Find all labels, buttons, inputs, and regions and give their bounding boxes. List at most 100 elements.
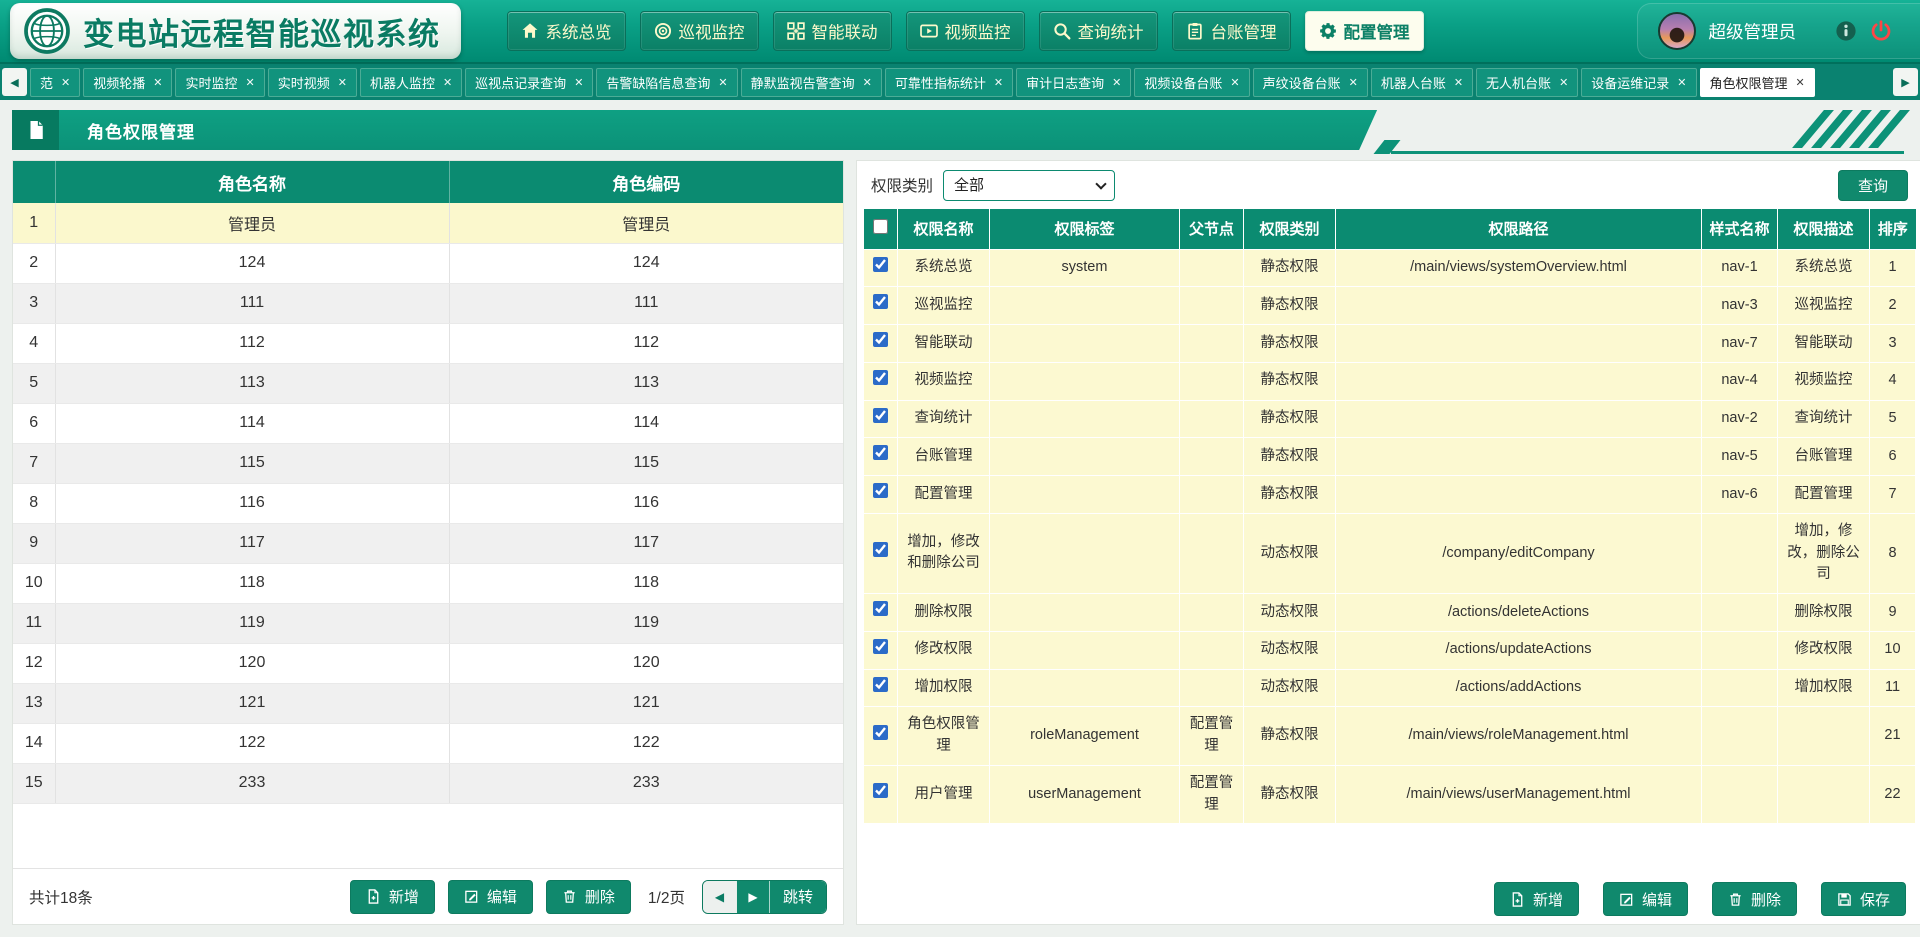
tab[interactable]: 实时视频✕ (268, 68, 357, 97)
row-select-checkbox[interactable] (873, 294, 888, 309)
tab-close-icon[interactable]: ✕ (338, 76, 347, 89)
role-table-row[interactable]: 5113113 (13, 363, 843, 403)
tab-close-icon[interactable]: ✕ (1796, 76, 1805, 89)
tab-close-icon[interactable]: ✕ (245, 76, 254, 89)
tab-close-icon[interactable]: ✕ (61, 76, 70, 89)
tab[interactable]: 告警缺陷信息查询✕ (596, 68, 737, 97)
title-bar-decoration (1377, 110, 1908, 150)
role-table-row[interactable]: 12120120 (13, 643, 843, 683)
role-table-row[interactable]: 4112112 (13, 323, 843, 363)
tab[interactable]: 巡视点记录查询✕ (465, 68, 593, 97)
tab[interactable]: 视频设备台账✕ (1134, 68, 1249, 97)
tab[interactable]: 设备运维记录✕ (1581, 68, 1696, 97)
tab-close-icon[interactable]: ✕ (1454, 76, 1463, 89)
power-icon[interactable] (1870, 20, 1892, 42)
row-select-checkbox[interactable] (873, 445, 888, 460)
tab-close-icon[interactable]: ✕ (443, 76, 452, 89)
tab[interactable]: 静默监视告警查询✕ (741, 68, 882, 97)
role-table-row[interactable]: 13121121 (13, 683, 843, 723)
tab-close-icon[interactable]: ✕ (1559, 76, 1568, 89)
permission-save-button[interactable]: 保存 (1821, 882, 1906, 916)
eye-icon (654, 22, 672, 40)
prev-page-button[interactable]: ◀ (703, 881, 736, 913)
permission-category-select[interactable]: 全部 (943, 170, 1115, 201)
tab[interactable]: 无人机台账✕ (1476, 68, 1578, 97)
permission-style-cell: nav-6 (1702, 476, 1778, 514)
tab[interactable]: 角色权限管理✕ (1700, 68, 1815, 97)
tab-close-icon[interactable]: ✕ (1230, 76, 1239, 89)
permission-category-cell: 动态权限 (1244, 513, 1336, 593)
row-select-checkbox[interactable] (873, 542, 888, 557)
tab-close-icon[interactable]: ✕ (153, 76, 162, 89)
jump-page-button[interactable]: 跳转 (769, 881, 826, 913)
tab-close-icon[interactable]: ✕ (863, 76, 872, 89)
role-add-button[interactable]: 新增 (350, 880, 435, 914)
tab[interactable]: 视频轮播 ✕ (83, 68, 172, 97)
role-table-row[interactable]: 11119119 (13, 603, 843, 643)
tab-close-icon[interactable]: ✕ (994, 76, 1003, 89)
permission-category-cell: 动态权限 (1244, 594, 1336, 632)
role-table-row[interactable]: 10118118 (13, 563, 843, 603)
tab-label: 视频轮播 (93, 73, 145, 92)
tab[interactable]: 声纹设备台账✕ (1253, 68, 1368, 97)
tab-close-icon[interactable]: ✕ (1112, 76, 1121, 89)
nav-button-video[interactable]: 视频监控 (906, 11, 1025, 51)
role-table-row[interactable]: 14122122 (13, 723, 843, 763)
tab-label: 可靠性指标统计 (895, 73, 986, 92)
avatar[interactable] (1658, 12, 1696, 50)
nav-button-eye[interactable]: 巡视监控 (640, 11, 759, 51)
nav-button-home[interactable]: 系统总览 (507, 11, 626, 51)
row-select-checkbox[interactable] (873, 332, 888, 347)
role-table-row[interactable]: 15233233 (13, 763, 843, 803)
row-select-checkbox[interactable] (873, 601, 888, 616)
search-button[interactable]: 查询 (1838, 170, 1908, 201)
nav-button-gear[interactable]: 配置管理 (1305, 11, 1424, 51)
role-table-row[interactable]: 7115115 (13, 443, 843, 483)
tab-close-icon[interactable]: ✕ (1349, 76, 1358, 89)
role-table-row[interactable]: 3111111 (13, 283, 843, 323)
permission-desc-cell: 智能联动 (1778, 325, 1870, 363)
permission-path-cell (1336, 438, 1702, 476)
permission-edit-button[interactable]: 编辑 (1603, 882, 1688, 916)
row-select-checkbox[interactable] (873, 257, 888, 272)
row-select-checkbox[interactable] (873, 677, 888, 692)
checkbox-cell (864, 476, 898, 514)
nav-button-clipboard[interactable]: 台账管理 (1172, 11, 1291, 51)
role-delete-button[interactable]: 删除 (546, 880, 631, 914)
permission-delete-button[interactable]: 删除 (1712, 882, 1797, 916)
tabs-scroll-right-button[interactable]: ▶ (1893, 68, 1918, 96)
info-icon[interactable] (1835, 20, 1857, 42)
permission-add-button[interactable]: 新增 (1494, 882, 1579, 916)
role-table-row[interactable]: 8116116 (13, 483, 843, 523)
tab[interactable]: 可靠性指标统计 ✕ (885, 68, 1013, 97)
role-table-row[interactable]: 6114114 (13, 403, 843, 443)
role-edit-button[interactable]: 编辑 (448, 880, 533, 914)
tab-close-icon[interactable]: ✕ (574, 76, 583, 89)
next-page-button[interactable]: ▶ (736, 881, 769, 913)
globe-logo-icon (24, 8, 70, 54)
nav-button-search[interactable]: 查询统计 (1039, 11, 1158, 51)
row-select-checkbox[interactable] (873, 639, 888, 654)
row-select-checkbox[interactable] (873, 370, 888, 385)
app-header: 变电站远程智能巡视系统 系统总览巡视监控智能联动视频监控查询统计台账管理配置管理… (0, 0, 1920, 64)
tab-close-icon[interactable]: ✕ (718, 76, 727, 89)
role-table-row[interactable]: 9117117 (13, 523, 843, 563)
tabs-scroll-left-button[interactable]: ◀ (2, 68, 27, 96)
permission-parent-cell (1180, 594, 1244, 632)
role-table-row[interactable]: 2124124 (13, 243, 843, 283)
tab[interactable]: 范✕ (30, 68, 80, 97)
row-select-checkbox[interactable] (873, 783, 888, 798)
nav-button-link-grid[interactable]: 智能联动 (773, 11, 892, 51)
row-select-checkbox[interactable] (873, 408, 888, 423)
tab[interactable]: 实时监控✕ (175, 68, 264, 97)
select-all-checkbox[interactable] (873, 219, 888, 234)
role-table-row[interactable]: 1管理员管理员 (13, 203, 843, 243)
tab[interactable]: 机器人监控✕ (360, 68, 462, 97)
tab-close-icon[interactable]: ✕ (1677, 76, 1686, 89)
row-select-checkbox[interactable] (873, 725, 888, 740)
tab[interactable]: 机器人台账✕ (1371, 68, 1473, 97)
edit-icon (464, 889, 479, 904)
row-select-checkbox[interactable] (873, 483, 888, 498)
tab[interactable]: 审计日志查询✕ (1016, 68, 1131, 97)
permission-column-header: 排序 (1870, 209, 1916, 249)
